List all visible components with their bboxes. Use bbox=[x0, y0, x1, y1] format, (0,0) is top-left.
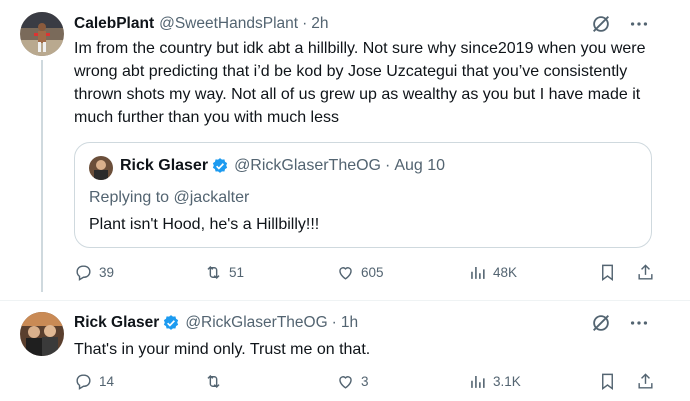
reply-count: 14 bbox=[99, 374, 115, 389]
quote-header: Rick Glaser @RickGlaserTheOG · Aug 10 bbox=[120, 157, 445, 175]
tweet-text: Im from the country but idk abt a hillbi… bbox=[74, 40, 646, 126]
repost-icon bbox=[207, 374, 220, 389]
tweet-actions: 14 3 3.1K bbox=[74, 372, 664, 394]
repost-count: 51 bbox=[229, 265, 245, 280]
like-button[interactable]: 605 bbox=[336, 263, 384, 282]
reply-button[interactable]: 39 bbox=[74, 263, 114, 282]
avatar-calebplant[interactable] bbox=[20, 12, 64, 56]
grok-icon[interactable] bbox=[590, 312, 612, 334]
quote-time[interactable]: Aug 10 bbox=[394, 157, 445, 175]
views-count: 48K bbox=[493, 265, 518, 280]
bookmark-button[interactable] bbox=[598, 372, 617, 391]
verified-icon bbox=[162, 314, 180, 332]
quote-avatar[interactable] bbox=[89, 156, 113, 180]
more-icon[interactable] bbox=[628, 13, 650, 35]
author-handle[interactable]: @SweetHandsPlant bbox=[159, 15, 298, 33]
bookmark-icon bbox=[602, 264, 613, 282]
like-icon bbox=[339, 267, 352, 280]
tweet-header: Rick Glaser @RickGlaserTheOG · 1h bbox=[74, 312, 358, 334]
quote-text: Plant isn't Hood, he's a Hillbilly!!! bbox=[89, 216, 320, 233]
views-button[interactable]: 48K bbox=[468, 263, 517, 282]
tweet-top-icons bbox=[590, 13, 650, 35]
replying-mention[interactable]: @jackalter bbox=[174, 189, 250, 206]
tweet-header: CalebPlant @SweetHandsPlant · 2h bbox=[74, 13, 328, 35]
views-button[interactable]: 3.1K bbox=[468, 372, 521, 391]
separator-dot: · bbox=[331, 314, 337, 331]
repost-button[interactable] bbox=[204, 372, 229, 391]
like-button[interactable]: 3 bbox=[336, 372, 369, 391]
views-icon bbox=[471, 375, 485, 388]
share-icon bbox=[638, 373, 653, 389]
author-name[interactable]: Rick Glaser bbox=[74, 314, 159, 332]
tweet-text: That's in your mind only. Trust me on th… bbox=[74, 341, 371, 358]
verified-icon bbox=[211, 157, 229, 175]
reply-icon bbox=[76, 374, 91, 390]
replying-to: Replying to @jackalter bbox=[89, 189, 249, 207]
more-icon[interactable] bbox=[628, 312, 650, 334]
separator-dot: · bbox=[385, 157, 391, 174]
separator-dot: · bbox=[302, 15, 308, 32]
quote-author-name[interactable]: Rick Glaser bbox=[120, 157, 208, 175]
tweet-calebplant[interactable]: CalebPlant @SweetHandsPlant · 2h Im from… bbox=[0, 0, 690, 300]
replying-prefix: Replying to bbox=[89, 189, 174, 206]
repost-button[interactable]: 51 bbox=[204, 263, 244, 282]
share-icon bbox=[638, 264, 653, 280]
avatar-rickglaser[interactable] bbox=[20, 312, 64, 356]
quoted-tweet[interactable]: Rick Glaser @RickGlaserTheOG · Aug 10 Re… bbox=[74, 142, 652, 248]
like-count: 605 bbox=[361, 265, 384, 280]
views-icon bbox=[471, 266, 485, 279]
quote-author-handle[interactable]: @RickGlaserTheOG bbox=[234, 157, 381, 175]
tweet-actions: 39 51 605 48K bbox=[74, 263, 664, 285]
reply-button[interactable]: 14 bbox=[74, 372, 114, 391]
tweet-rickglaser-reply[interactable]: Rick Glaser @RickGlaserTheOG · 1h That's… bbox=[0, 301, 690, 401]
bookmark-icon bbox=[602, 373, 613, 391]
grok-icon[interactable] bbox=[590, 13, 612, 35]
tweet-top-icons bbox=[590, 312, 650, 334]
bookmark-button[interactable] bbox=[598, 263, 617, 282]
like-icon bbox=[339, 376, 352, 389]
author-handle[interactable]: @RickGlaserTheOG bbox=[185, 314, 327, 332]
share-button[interactable] bbox=[636, 372, 655, 391]
author-name[interactable]: CalebPlant bbox=[74, 15, 154, 33]
tweet-time[interactable]: 1h bbox=[341, 314, 358, 332]
share-button[interactable] bbox=[636, 263, 655, 282]
like-count: 3 bbox=[361, 374, 369, 389]
repost-icon bbox=[207, 265, 220, 280]
reply-count: 39 bbox=[99, 265, 115, 280]
views-count: 3.1K bbox=[493, 374, 521, 389]
reply-icon bbox=[76, 265, 91, 281]
thread-line bbox=[41, 60, 43, 292]
tweet-time[interactable]: 2h bbox=[311, 15, 328, 33]
